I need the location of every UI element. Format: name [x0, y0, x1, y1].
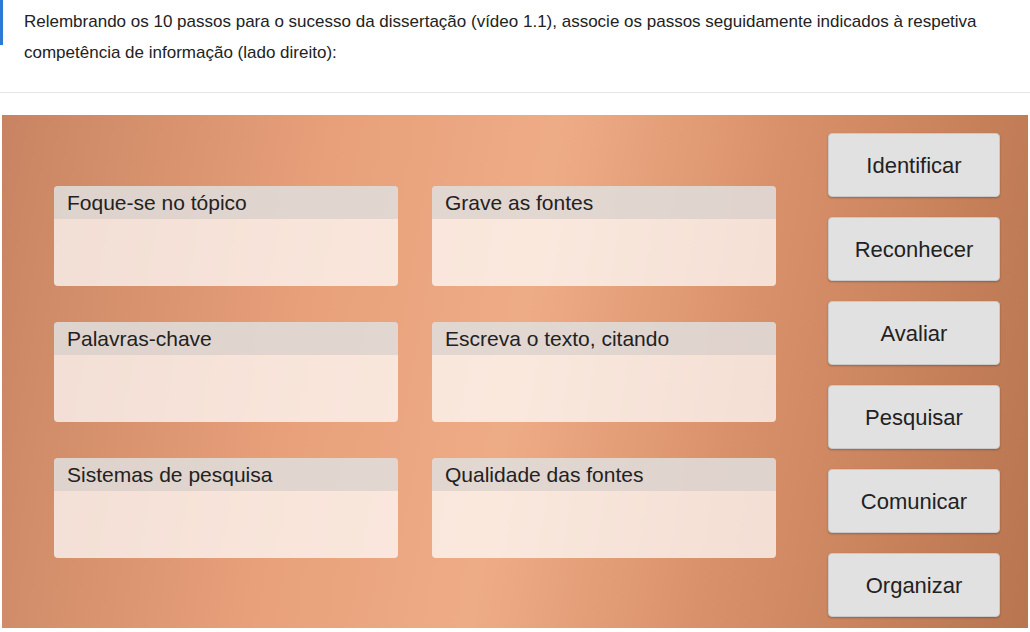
option-button[interactable]: Pesquisar: [828, 385, 1000, 449]
drop-zone[interactable]: Palavras-chave: [54, 322, 398, 422]
drop-zone-label: Sistemas de pesquisa: [54, 458, 398, 491]
drop-zone-label: Palavras-chave: [54, 322, 398, 355]
drop-zone[interactable]: Qualidade das fontes: [432, 458, 776, 558]
drop-zone-label: Grave as fontes: [432, 186, 776, 219]
option-button[interactable]: Reconhecer: [828, 217, 1000, 281]
page: Relembrando os 10 passos para o sucesso …: [0, 0, 1030, 632]
options-column: Identificar Reconhecer Avaliar Pesquisar Com…: [828, 115, 1000, 628]
drop-zone-grid: Foque-se no tópico Grave as fontes Palavra…: [2, 115, 776, 628]
drop-zone[interactable]: Sistemas de pesquisa: [54, 458, 398, 558]
option-button[interactable]: Comunicar: [828, 469, 1000, 533]
drop-zone[interactable]: Escreva o texto, citando: [432, 322, 776, 422]
drop-zone[interactable]: Grave as fontes: [432, 186, 776, 286]
question-header: Relembrando os 10 passos para o sucesso …: [0, 0, 1030, 93]
activity-area: Foque-se no tópico Grave as fontes Palavra…: [2, 115, 1028, 628]
option-button[interactable]: Avaliar: [828, 301, 1000, 365]
option-button[interactable]: Identificar: [828, 133, 1000, 197]
drop-zone-label: Qualidade das fontes: [432, 458, 776, 491]
question-text: Relembrando os 10 passos para o sucesso …: [3, 0, 1030, 68]
drop-zone[interactable]: Foque-se no tópico: [54, 186, 398, 286]
option-button[interactable]: Organizar: [828, 553, 1000, 617]
drop-zone-label: Foque-se no tópico: [54, 186, 398, 219]
drop-zone-label: Escreva o texto, citando: [432, 322, 776, 355]
